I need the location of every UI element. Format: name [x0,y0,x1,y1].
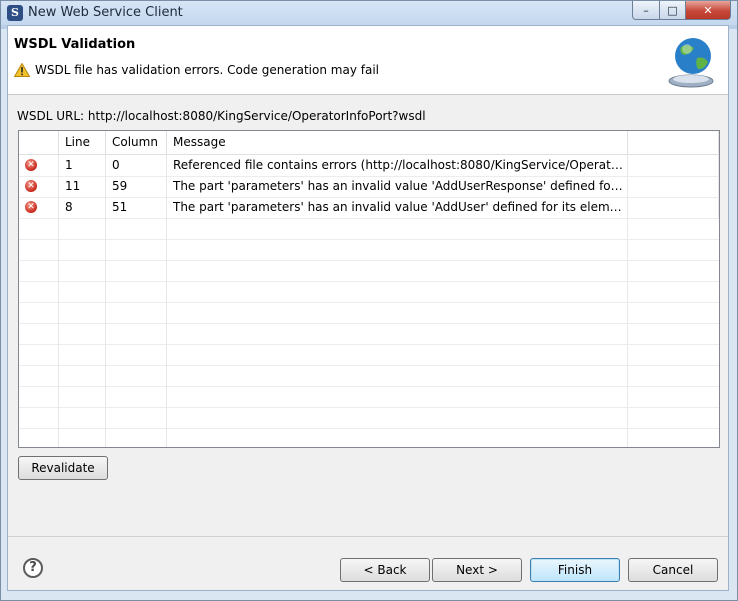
finish-button[interactable]: Finish [530,558,620,582]
row-message: The part 'parameters' has an invalid val… [167,197,628,218]
validation-errors-table[interactable]: Line Column Message ✕ 1 0 Referenced fil… [18,130,720,448]
dialog-window: S New Web Service Client – □ ✕ WSDL Vali… [0,0,738,601]
column-header-filler [628,131,719,154]
column-header-icon[interactable] [19,131,59,154]
table-row[interactable]: ✕ 8 51 The part 'parameters' has an inva… [19,197,719,219]
empty-row [19,344,719,366]
error-icon: ✕ [25,159,37,171]
table-row[interactable]: ✕ 11 59 The part 'parameters' has an inv… [19,176,719,198]
empty-row [19,218,719,240]
empty-row [19,323,719,345]
row-column: 51 [106,197,167,218]
row-line: 1 [59,155,106,176]
error-icon: ✕ [25,201,37,213]
column-divider [166,155,167,447]
column-header-message[interactable]: Message [167,131,628,154]
row-message: Referenced file contains errors (http://… [167,155,628,176]
window-title: New Web Service Client [28,5,183,20]
help-icon[interactable]: ? [23,558,43,578]
empty-row [19,302,719,324]
maximize-button[interactable]: □ [660,1,686,20]
row-line: 11 [59,176,106,197]
table-header: Line Column Message [19,131,719,155]
empty-row [19,428,719,447]
minimize-button[interactable]: – [632,1,660,20]
column-divider [105,155,106,447]
globe-icon [668,38,714,88]
back-button[interactable]: < Back [340,558,430,582]
empty-row [19,281,719,303]
empty-row [19,365,719,387]
row-message: The part 'parameters' has an invalid val… [167,176,628,197]
next-button[interactable]: Next > [432,558,522,582]
row-column: 0 [106,155,167,176]
wizard-header: WSDL Validation WSDL file has validation… [8,26,728,95]
dialog-client-area: WSDL Validation WSDL file has validation… [7,25,729,591]
cancel-button[interactable]: Cancel [628,558,718,582]
table-row[interactable]: ✕ 1 0 Referenced file contains errors (h… [19,155,719,177]
wsdl-url-label: WSDL URL: http://localhost:8080/KingServ… [17,109,426,123]
title-bar[interactable]: S New Web Service Client – □ ✕ [1,1,737,25]
empty-row [19,407,719,429]
empty-row [19,386,719,408]
validation-message: WSDL file has validation errors. Code ge… [35,63,379,77]
close-button[interactable]: ✕ [686,1,731,20]
column-divider [58,155,59,447]
page-title: WSDL Validation [14,37,136,52]
empty-row [19,260,719,282]
error-icon: ✕ [25,180,37,192]
button-bar-separator [8,536,728,537]
eclipse-app-icon: S [7,5,23,21]
empty-row [19,239,719,261]
column-header-line[interactable]: Line [59,131,106,154]
warning-icon [14,63,30,77]
row-line: 8 [59,197,106,218]
row-column: 59 [106,176,167,197]
revalidate-button[interactable]: Revalidate [18,456,108,480]
window-controls: – □ ✕ [632,1,731,20]
column-header-column[interactable]: Column [106,131,167,154]
column-divider [627,155,628,447]
